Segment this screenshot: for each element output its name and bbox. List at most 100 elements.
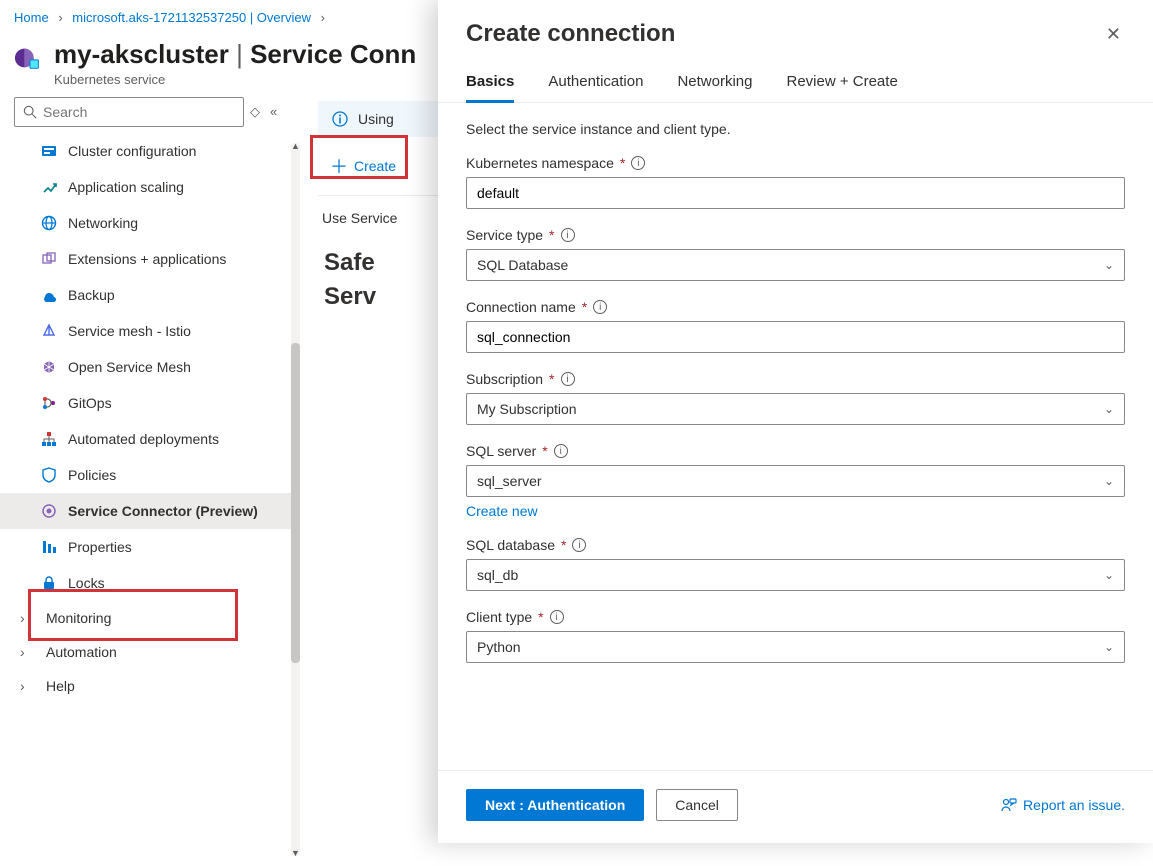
sql-database-select[interactable]: sql_db⌄ [466, 559, 1125, 591]
sql-database-label: SQL database* i [466, 537, 1125, 553]
sidebar: ◇ « Cluster configuration Application sc… [0, 97, 300, 830]
backup-icon [40, 286, 58, 304]
deployments-icon [40, 430, 58, 448]
tab-review-create[interactable]: Review + Create [786, 73, 897, 102]
sidebar-item-locks[interactable]: Locks [0, 565, 300, 601]
chevron-right-icon: › [20, 678, 34, 694]
create-connection-panel: Create connection ✕ Basics Authenticatio… [438, 0, 1153, 843]
sql-server-select[interactable]: sql_server⌄ [466, 465, 1125, 497]
sidebar-item-label: Properties [68, 539, 132, 555]
tab-networking[interactable]: Networking [677, 73, 752, 102]
sidebar-group-label: Help [46, 678, 75, 694]
sidebar-item-label: Open Service Mesh [68, 359, 191, 375]
sidebar-item-automated-deployments[interactable]: Automated deployments [0, 421, 300, 457]
sidebar-group-automation[interactable]: › Automation [0, 635, 300, 669]
scroll-up-arrow-icon[interactable]: ▲ [291, 141, 300, 151]
panel-hint: Select the service instance and client t… [466, 121, 1125, 137]
sidebar-item-label: Policies [68, 467, 116, 483]
sidebar-item-label: Automated deployments [68, 431, 219, 447]
create-button-label: Create [354, 158, 396, 174]
info-icon[interactable]: i [561, 372, 575, 386]
networking-icon [40, 214, 58, 232]
next-button[interactable]: Next : Authentication [466, 789, 644, 821]
page-subtitle: Kubernetes service [54, 72, 416, 87]
sidebar-item-cluster-configuration[interactable]: Cluster configuration [0, 133, 300, 169]
policies-icon [40, 466, 58, 484]
connection-name-input[interactable] [466, 321, 1125, 353]
info-icon[interactable]: i [554, 444, 568, 458]
scrollbar-thumb[interactable] [291, 343, 300, 663]
gitops-icon [40, 394, 58, 412]
sidebar-scrollbar[interactable]: ▲ ▼ [291, 143, 300, 856]
tab-basics[interactable]: Basics [466, 73, 514, 103]
info-icon [332, 111, 348, 127]
chevron-down-icon: ⌄ [1104, 640, 1114, 654]
search-input[interactable] [14, 97, 244, 127]
collapse-sidebar-icon[interactable]: « [270, 104, 277, 120]
panel-tabs: Basics Authentication Networking Review … [438, 49, 1153, 103]
tab-authentication[interactable]: Authentication [548, 73, 643, 102]
sidebar-item-extensions[interactable]: Extensions + applications [0, 241, 300, 277]
lock-icon [40, 574, 58, 592]
info-icon[interactable]: i [550, 610, 564, 624]
sidebar-group-label: Monitoring [46, 610, 111, 626]
breadcrumb-resource-group[interactable]: microsoft.aks-1721132537250 | Overview [72, 10, 311, 25]
sidebar-item-application-scaling[interactable]: Application scaling [0, 169, 300, 205]
sidebar-item-label: Service Connector (Preview) [68, 503, 258, 519]
sidebar-item-service-mesh-istio[interactable]: Service mesh - Istio [0, 313, 300, 349]
create-button[interactable]: ＋ Create [322, 149, 404, 183]
sidebar-item-label: Service mesh - Istio [68, 323, 191, 339]
sidebar-group-label: Automation [46, 644, 117, 660]
create-new-link[interactable]: Create new [466, 503, 538, 519]
sidebar-item-open-service-mesh[interactable]: Open Service Mesh [0, 349, 300, 385]
info-icon[interactable]: i [561, 228, 575, 242]
sidebar-group-monitoring[interactable]: › Monitoring [0, 601, 300, 635]
chevron-right-icon: › [20, 610, 34, 626]
client-type-label: Client type* i [466, 609, 1125, 625]
subscription-select[interactable]: My Subscription⌄ [466, 393, 1125, 425]
plus-icon: ＋ [330, 153, 348, 179]
report-issue-link[interactable]: Report an issue. [1001, 797, 1125, 813]
sidebar-item-label: Networking [68, 215, 138, 231]
sidebar-item-label: GitOps [68, 395, 112, 411]
chevron-down-icon: ⌄ [1104, 568, 1114, 582]
extensions-icon [40, 250, 58, 268]
info-bar-text: Using [358, 111, 394, 127]
info-icon[interactable]: i [631, 156, 645, 170]
sidebar-item-label: Application scaling [68, 179, 184, 195]
sidebar-item-networking[interactable]: Networking [0, 205, 300, 241]
service-type-label: Service type* i [466, 227, 1125, 243]
chevron-right-icon: › [20, 644, 34, 660]
sidebar-group-help[interactable]: › Help [0, 669, 300, 703]
sidebar-item-label: Backup [68, 287, 115, 303]
namespace-input[interactable] [466, 177, 1125, 209]
connector-icon [40, 502, 58, 520]
sidebar-item-service-connector[interactable]: Service Connector (Preview) [0, 493, 300, 529]
sidebar-item-gitops[interactable]: GitOps [0, 385, 300, 421]
sidebar-list: Cluster configuration Application scalin… [0, 133, 300, 866]
close-button[interactable]: ✕ [1102, 20, 1125, 49]
panel-title: Create connection [466, 20, 675, 48]
expand-collapse-icon[interactable]: ◇ [250, 104, 260, 120]
cancel-button[interactable]: Cancel [656, 789, 738, 821]
sidebar-item-properties[interactable]: Properties [0, 529, 300, 565]
service-type-select[interactable]: SQL Database⌄ [466, 249, 1125, 281]
cluster-config-icon [40, 142, 58, 160]
connection-name-label: Connection name* i [466, 299, 1125, 315]
info-icon[interactable]: i [572, 538, 586, 552]
properties-icon [40, 538, 58, 556]
sidebar-item-label: Locks [68, 575, 105, 591]
chevron-down-icon: ⌄ [1104, 402, 1114, 416]
scroll-down-arrow-icon[interactable]: ▼ [291, 848, 300, 858]
client-type-select[interactable]: Python⌄ [466, 631, 1125, 663]
breadcrumb-home[interactable]: Home [14, 10, 49, 25]
sidebar-item-backup[interactable]: Backup [0, 277, 300, 313]
info-icon[interactable]: i [593, 300, 607, 314]
osm-icon [40, 358, 58, 376]
namespace-label: Kubernetes namespace* i [466, 155, 1125, 171]
person-feedback-icon [1001, 797, 1017, 813]
chevron-down-icon: ⌄ [1104, 258, 1114, 272]
sidebar-item-label: Extensions + applications [68, 251, 226, 267]
sidebar-item-policies[interactable]: Policies [0, 457, 300, 493]
sql-server-label: SQL server* i [466, 443, 1125, 459]
